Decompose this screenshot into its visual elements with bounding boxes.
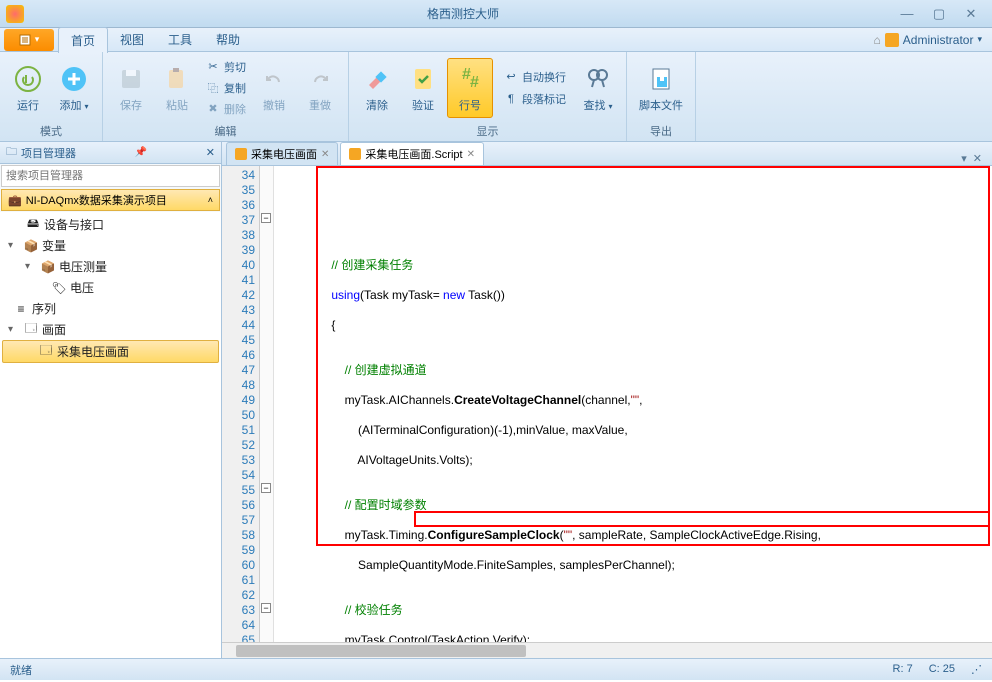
tab-help[interactable]: 帮助 [204, 27, 252, 52]
find-button[interactable]: 查找 ▾ [576, 59, 620, 117]
group-display-label: 显示 [355, 121, 620, 139]
tree-sequence[interactable]: ≡序列 [2, 298, 219, 319]
clear-button[interactable]: 清除 [355, 59, 399, 117]
paste-button[interactable]: 粘贴 [155, 59, 199, 117]
app-menu-button[interactable]: ▾ [4, 29, 54, 51]
save-button[interactable]: 保存 [109, 59, 153, 117]
tab-view[interactable]: 视图 [108, 27, 156, 52]
editor-area: 采集电压画面✕ 采集电压画面.Script✕ ▾ ✕ 34353637383940… [222, 142, 992, 658]
tab-dropdown-icon[interactable]: ▾ [961, 152, 967, 165]
maximize-button[interactable]: ▢ [928, 6, 950, 22]
autowrap-button[interactable]: ↩自动换行 [499, 67, 570, 87]
tree-variables[interactable]: ▾📦变量 [2, 235, 219, 256]
doc-tab-2[interactable]: 采集电压画面.Script✕ [340, 142, 484, 165]
fold-icon[interactable]: − [261, 483, 271, 493]
fold-icon[interactable]: − [261, 603, 271, 613]
line-gutter: 3435363738394041424344454647484950515253… [222, 166, 260, 642]
tree-volt[interactable]: 🏷电压 [2, 277, 219, 298]
tree-volt-measure[interactable]: ▾📦电压测量 [2, 256, 219, 277]
tabs-close-icon[interactable]: ✕ [973, 152, 982, 165]
user-icon [885, 33, 899, 47]
tab-close-icon[interactable]: ✕ [321, 149, 329, 160]
sidebar-search-input[interactable] [1, 165, 220, 187]
sidebar-close-icon[interactable]: ✕ [206, 146, 215, 159]
project-sidebar: 🗀 项目管理器 📌 ✕ 💼 NI-DAQmx数据采集演示项目 ˄ 🖴设备与接口 … [0, 142, 222, 658]
menu-bar: ▾ 首页 视图 工具 帮助 ⌂ Administrator ▾ [0, 28, 992, 52]
project-tree: 🖴设备与接口 ▾📦变量 ▾📦电压测量 🏷电压 ≡序列 ▾🗔画面 🗔采集电压画面 [0, 212, 221, 658]
tree-toggle-icon[interactable]: ▾ [8, 324, 20, 335]
document-tabs: 采集电压画面✕ 采集电压画面.Script✕ ▾ ✕ [222, 142, 992, 166]
cut-button[interactable]: ✂剪切 [201, 57, 250, 77]
delete-button[interactable]: ✖删除 [201, 99, 250, 119]
tree-screen-volt[interactable]: 🗔采集电压画面 [2, 340, 219, 363]
verify-button[interactable]: 验证 [401, 59, 445, 117]
horizontal-scrollbar[interactable] [222, 642, 992, 658]
paramark-button[interactable]: ¶段落标记 [499, 89, 570, 109]
doc-icon [235, 148, 247, 160]
title-bar: 格西测控大师 — ▢ ✕ [0, 0, 992, 28]
redo-button[interactable]: 重做 [298, 59, 342, 117]
project-selector[interactable]: 💼 NI-DAQmx数据采集演示项目 ˄ [1, 189, 220, 211]
code-content[interactable]: // 创建采集任务 using(Task myTask= new Task())… [274, 166, 992, 642]
close-button[interactable]: ✕ [960, 6, 982, 22]
main-area: 🗀 项目管理器 📌 ✕ 💼 NI-DAQmx数据采集演示项目 ˄ 🖴设备与接口 … [0, 142, 992, 658]
copy-button[interactable]: ⿻复制 [201, 78, 250, 98]
resize-grip-icon[interactable]: ⋰ [971, 663, 982, 676]
group-mode-label: 模式 [6, 121, 96, 139]
tab-home[interactable]: 首页 [58, 27, 108, 53]
doc-icon [349, 148, 361, 160]
add-button[interactable]: 添加 ▾ [52, 59, 96, 117]
fold-icon[interactable]: − [261, 213, 271, 223]
status-row: R: 7 [893, 663, 913, 676]
group-edit-label: 编辑 [109, 121, 342, 139]
lineno-button[interactable]: ## 行号 [447, 58, 493, 118]
user-name: Administrator [903, 33, 974, 47]
fold-column: − − − [260, 166, 274, 642]
status-col: C: 25 [929, 663, 955, 676]
user-area[interactable]: ⌂ Administrator ▾ [874, 33, 992, 47]
code-editor[interactable]: 3435363738394041424344454647484950515253… [222, 166, 992, 642]
script-file-button[interactable]: 脚本文件 [633, 59, 689, 117]
scrollbar-thumb[interactable] [236, 645, 526, 657]
doc-tab-1[interactable]: 采集电压画面✕ [226, 142, 338, 165]
app-icon [6, 5, 24, 23]
tab-tools[interactable]: 工具 [156, 27, 204, 52]
pin-icon[interactable]: 📌 [135, 147, 147, 158]
minimize-button[interactable]: — [896, 6, 918, 22]
run-button[interactable]: 运行 [6, 59, 50, 117]
tree-devices[interactable]: 🖴设备与接口 [2, 214, 219, 235]
status-ready: 就绪 [10, 662, 32, 678]
undo-button[interactable]: 撤销 [252, 59, 296, 117]
tab-close-icon[interactable]: ✕ [467, 149, 475, 160]
group-export-label: 导出 [633, 121, 689, 139]
svg-text:#: # [470, 74, 479, 91]
folder-icon: 🗀 [6, 143, 17, 162]
status-bar: 就绪 R: 7 C: 25 ⋰ [0, 658, 992, 680]
tree-toggle-icon[interactable]: ▾ [8, 240, 20, 251]
sidebar-title: 项目管理器 [21, 145, 76, 161]
project-name: NI-DAQmx数据采集演示项目 [26, 192, 204, 208]
sidebar-header: 🗀 项目管理器 📌 ✕ [0, 142, 221, 164]
tree-screens[interactable]: ▾🗔画面 [2, 319, 219, 340]
tree-toggle-icon[interactable]: ▾ [25, 261, 37, 272]
ribbon: 运行 添加 ▾ 模式 保存 粘贴 ✂剪切 ⿻复制 ✖删除 [0, 52, 992, 142]
briefcase-icon: 💼 [8, 194, 22, 207]
window-title: 格西测控大师 [30, 5, 896, 22]
